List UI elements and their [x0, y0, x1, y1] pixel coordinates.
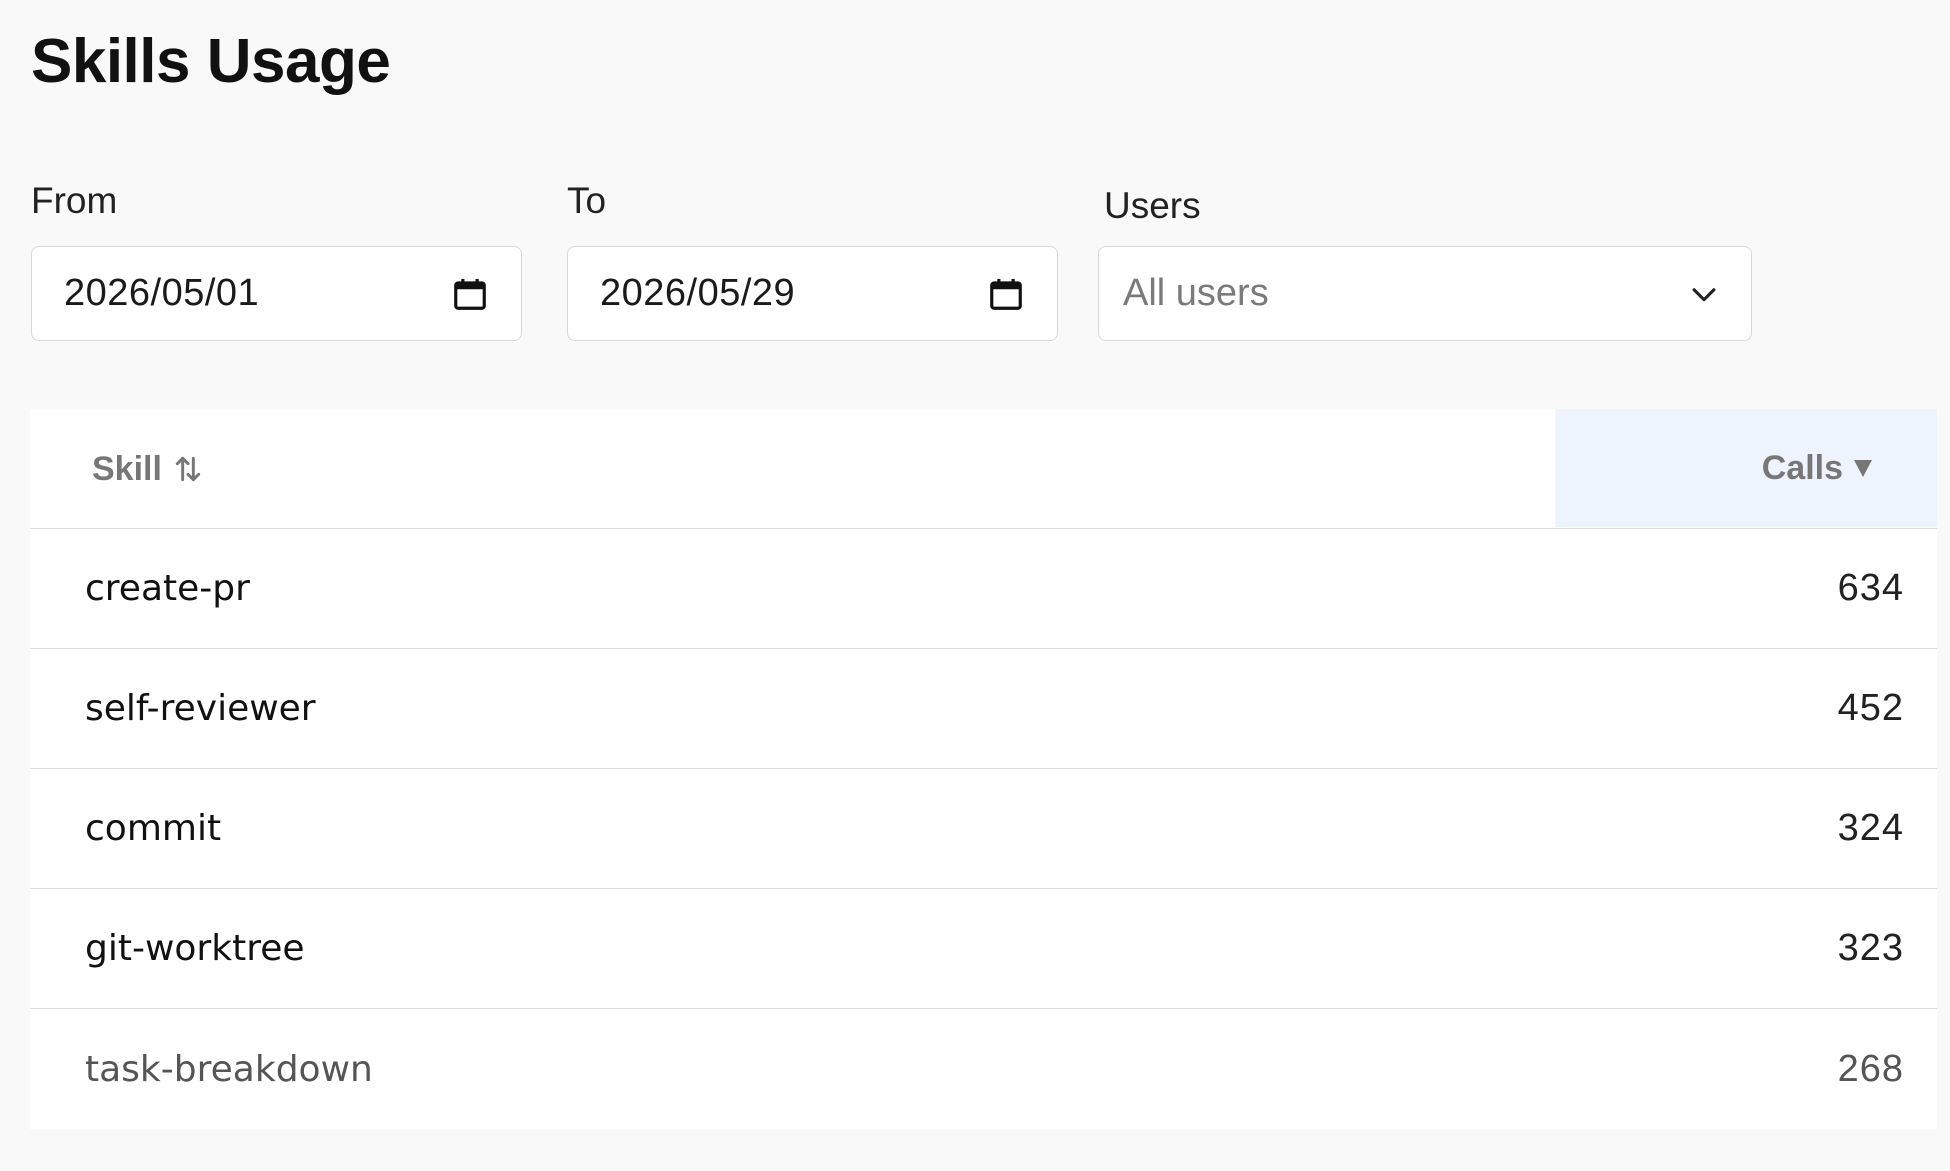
page-title: Skills Usage [31, 27, 391, 96]
table-header: Skill Calls [30, 409, 1937, 529]
table-row[interactable]: self-reviewer 452 [30, 649, 1937, 769]
to-date-value: 2026/05/29 [600, 272, 796, 314]
table-row[interactable]: task-breakdown 268 [30, 1009, 1937, 1129]
users-select-value: All users [1123, 272, 1269, 314]
skill-column-label: Skill [92, 449, 162, 488]
skill-cell: task-breakdown [85, 1048, 373, 1090]
skill-column-header[interactable]: Skill [92, 409, 204, 529]
to-date-input[interactable]: 2026/05/29 [567, 246, 1058, 341]
calls-cell: 323 [1837, 927, 1904, 969]
skill-cell: commit [85, 808, 222, 849]
from-date-input[interactable]: 2026/05/01 [31, 246, 522, 341]
from-label: From [31, 180, 118, 221]
calls-column-label: Calls [1761, 448, 1843, 487]
calls-column-header[interactable]: Calls [1555, 409, 1937, 527]
users-select[interactable]: All users [1098, 246, 1752, 341]
skill-cell: git-worktree [85, 928, 305, 969]
table-row[interactable]: create-pr 634 [30, 529, 1937, 649]
calendar-icon[interactable] [451, 275, 489, 313]
from-date-value: 2026/05/01 [64, 272, 260, 314]
table-row[interactable]: commit 324 [30, 769, 1937, 889]
skills-table: Skill Calls create-pr 634 self-reviewer … [30, 409, 1937, 1129]
calendar-icon[interactable] [987, 275, 1025, 313]
skill-cell: self-reviewer [85, 688, 316, 729]
sort-up-down-icon [175, 456, 201, 482]
caret-down-icon [1854, 460, 1872, 477]
calls-cell: 268 [1837, 1047, 1904, 1090]
users-label: Users [1104, 185, 1201, 226]
skill-cell: create-pr [85, 568, 250, 609]
to-label: To [567, 180, 607, 221]
calls-cell: 452 [1837, 687, 1904, 729]
calls-cell: 324 [1837, 807, 1904, 849]
calls-cell: 634 [1837, 567, 1904, 609]
table-row[interactable]: git-worktree 323 [30, 889, 1937, 1009]
chevron-down-icon [1692, 287, 1716, 301]
